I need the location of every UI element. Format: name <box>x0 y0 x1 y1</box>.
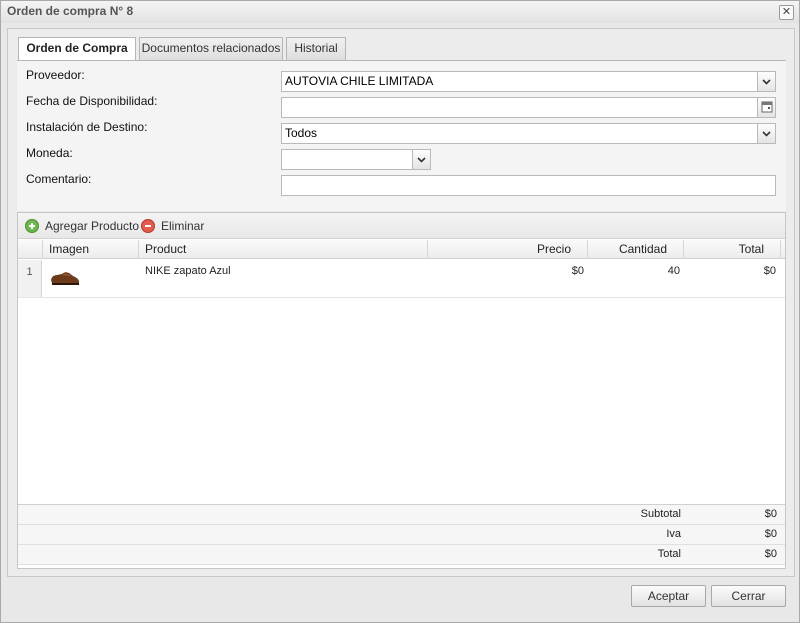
products-grid: Agregar Producto Eliminar Imagen Product… <box>17 212 786 569</box>
calendar-icon <box>761 101 773 113</box>
tab-orden-de-compra[interactable]: Orden de Compra <box>18 37 136 61</box>
header-product[interactable]: Product <box>139 240 428 259</box>
comentario-label: Comentario: <box>26 172 92 186</box>
remove-icon <box>141 219 155 233</box>
close-window-button[interactable]: ✕ <box>779 5 794 20</box>
product-name: NIKE zapato Azul <box>145 265 231 277</box>
iva-row: Iva $0 <box>18 525 785 545</box>
fecha-label: Fecha de Disponibilidad: <box>26 94 158 108</box>
moneda-dropdown-button[interactable] <box>412 150 430 169</box>
product-image <box>49 268 81 291</box>
product-total: $0 <box>763 265 776 277</box>
total-row: Total $0 <box>18 545 785 565</box>
iva-value: $0 <box>764 528 777 540</box>
total-label: Total <box>657 548 681 560</box>
comentario-input[interactable] <box>281 175 776 196</box>
purchase-order-window: Orden de compra N° 8 ✕ Orden de Compra D… <box>0 0 800 623</box>
instalacion-value: Todos <box>285 126 318 140</box>
tab-historial[interactable]: Historial <box>286 37 346 60</box>
row-number: 1 <box>18 260 42 297</box>
total-value: $0 <box>764 548 777 560</box>
order-summary: Subtotal $0 Iva $0 Total $0 <box>18 504 785 565</box>
main-panel: Orden de Compra Documentos relacionados … <box>7 28 795 577</box>
subtotal-label: Subtotal <box>640 508 681 520</box>
instalacion-label: Instalación de Destino: <box>26 120 148 134</box>
tab-documentos-relacionados[interactable]: Documentos relacionados <box>139 37 283 60</box>
header-imagen[interactable]: Imagen <box>43 240 139 259</box>
header-total[interactable]: Total <box>684 240 781 259</box>
close-icon: ✕ <box>781 6 792 18</box>
title-bar: Orden de compra N° 8 ✕ <box>1 1 799 23</box>
instalacion-select[interactable]: Todos <box>281 123 776 144</box>
instalacion-dropdown-button[interactable] <box>757 124 775 143</box>
close-button[interactable]: Cerrar <box>711 585 786 607</box>
proveedor-label: Proveedor: <box>26 68 85 82</box>
proveedor-value: AUTOVIA CHILE LIMITADA <box>285 74 434 88</box>
moneda-select[interactable] <box>281 149 431 170</box>
product-quantity: 40 <box>667 265 680 277</box>
add-product-button[interactable]: Agregar Producto <box>25 218 139 234</box>
chevron-down-icon <box>417 157 426 163</box>
proveedor-dropdown-button[interactable] <box>757 72 775 91</box>
fecha-input[interactable] <box>281 97 776 118</box>
chevron-down-icon <box>762 131 771 137</box>
shoe-icon <box>51 272 79 285</box>
grid-toolbar: Agregar Producto Eliminar <box>18 213 785 239</box>
proveedor-select[interactable]: AUTOVIA CHILE LIMITADA <box>281 71 776 92</box>
date-picker-button[interactable] <box>757 98 775 117</box>
iva-label: Iva <box>666 528 681 540</box>
window-title: Orden de compra N° 8 <box>7 4 134 18</box>
add-product-label: Agregar Producto <box>45 219 140 233</box>
table-row[interactable]: 1 NIKE zapato Azul $0 40 $0 <box>18 260 785 298</box>
header-cantidad[interactable]: Cantidad <box>588 240 684 259</box>
order-form: Proveedor: AUTOVIA CHILE LIMITADA Fecha … <box>17 61 786 211</box>
product-price: $0 <box>571 265 584 277</box>
delete-product-button[interactable]: Eliminar <box>141 218 204 234</box>
moneda-label: Moneda: <box>26 146 73 160</box>
chevron-down-icon <box>762 79 771 85</box>
header-precio[interactable]: Precio <box>428 240 588 259</box>
accept-button[interactable]: Aceptar <box>631 585 706 607</box>
grid-header: Imagen Product Precio Cantidad Total <box>18 240 785 259</box>
subtotal-value: $0 <box>764 508 777 520</box>
subtotal-row: Subtotal $0 <box>18 505 785 525</box>
add-icon <box>25 219 39 233</box>
header-rownum <box>18 240 43 259</box>
delete-product-label: Eliminar <box>161 219 205 233</box>
